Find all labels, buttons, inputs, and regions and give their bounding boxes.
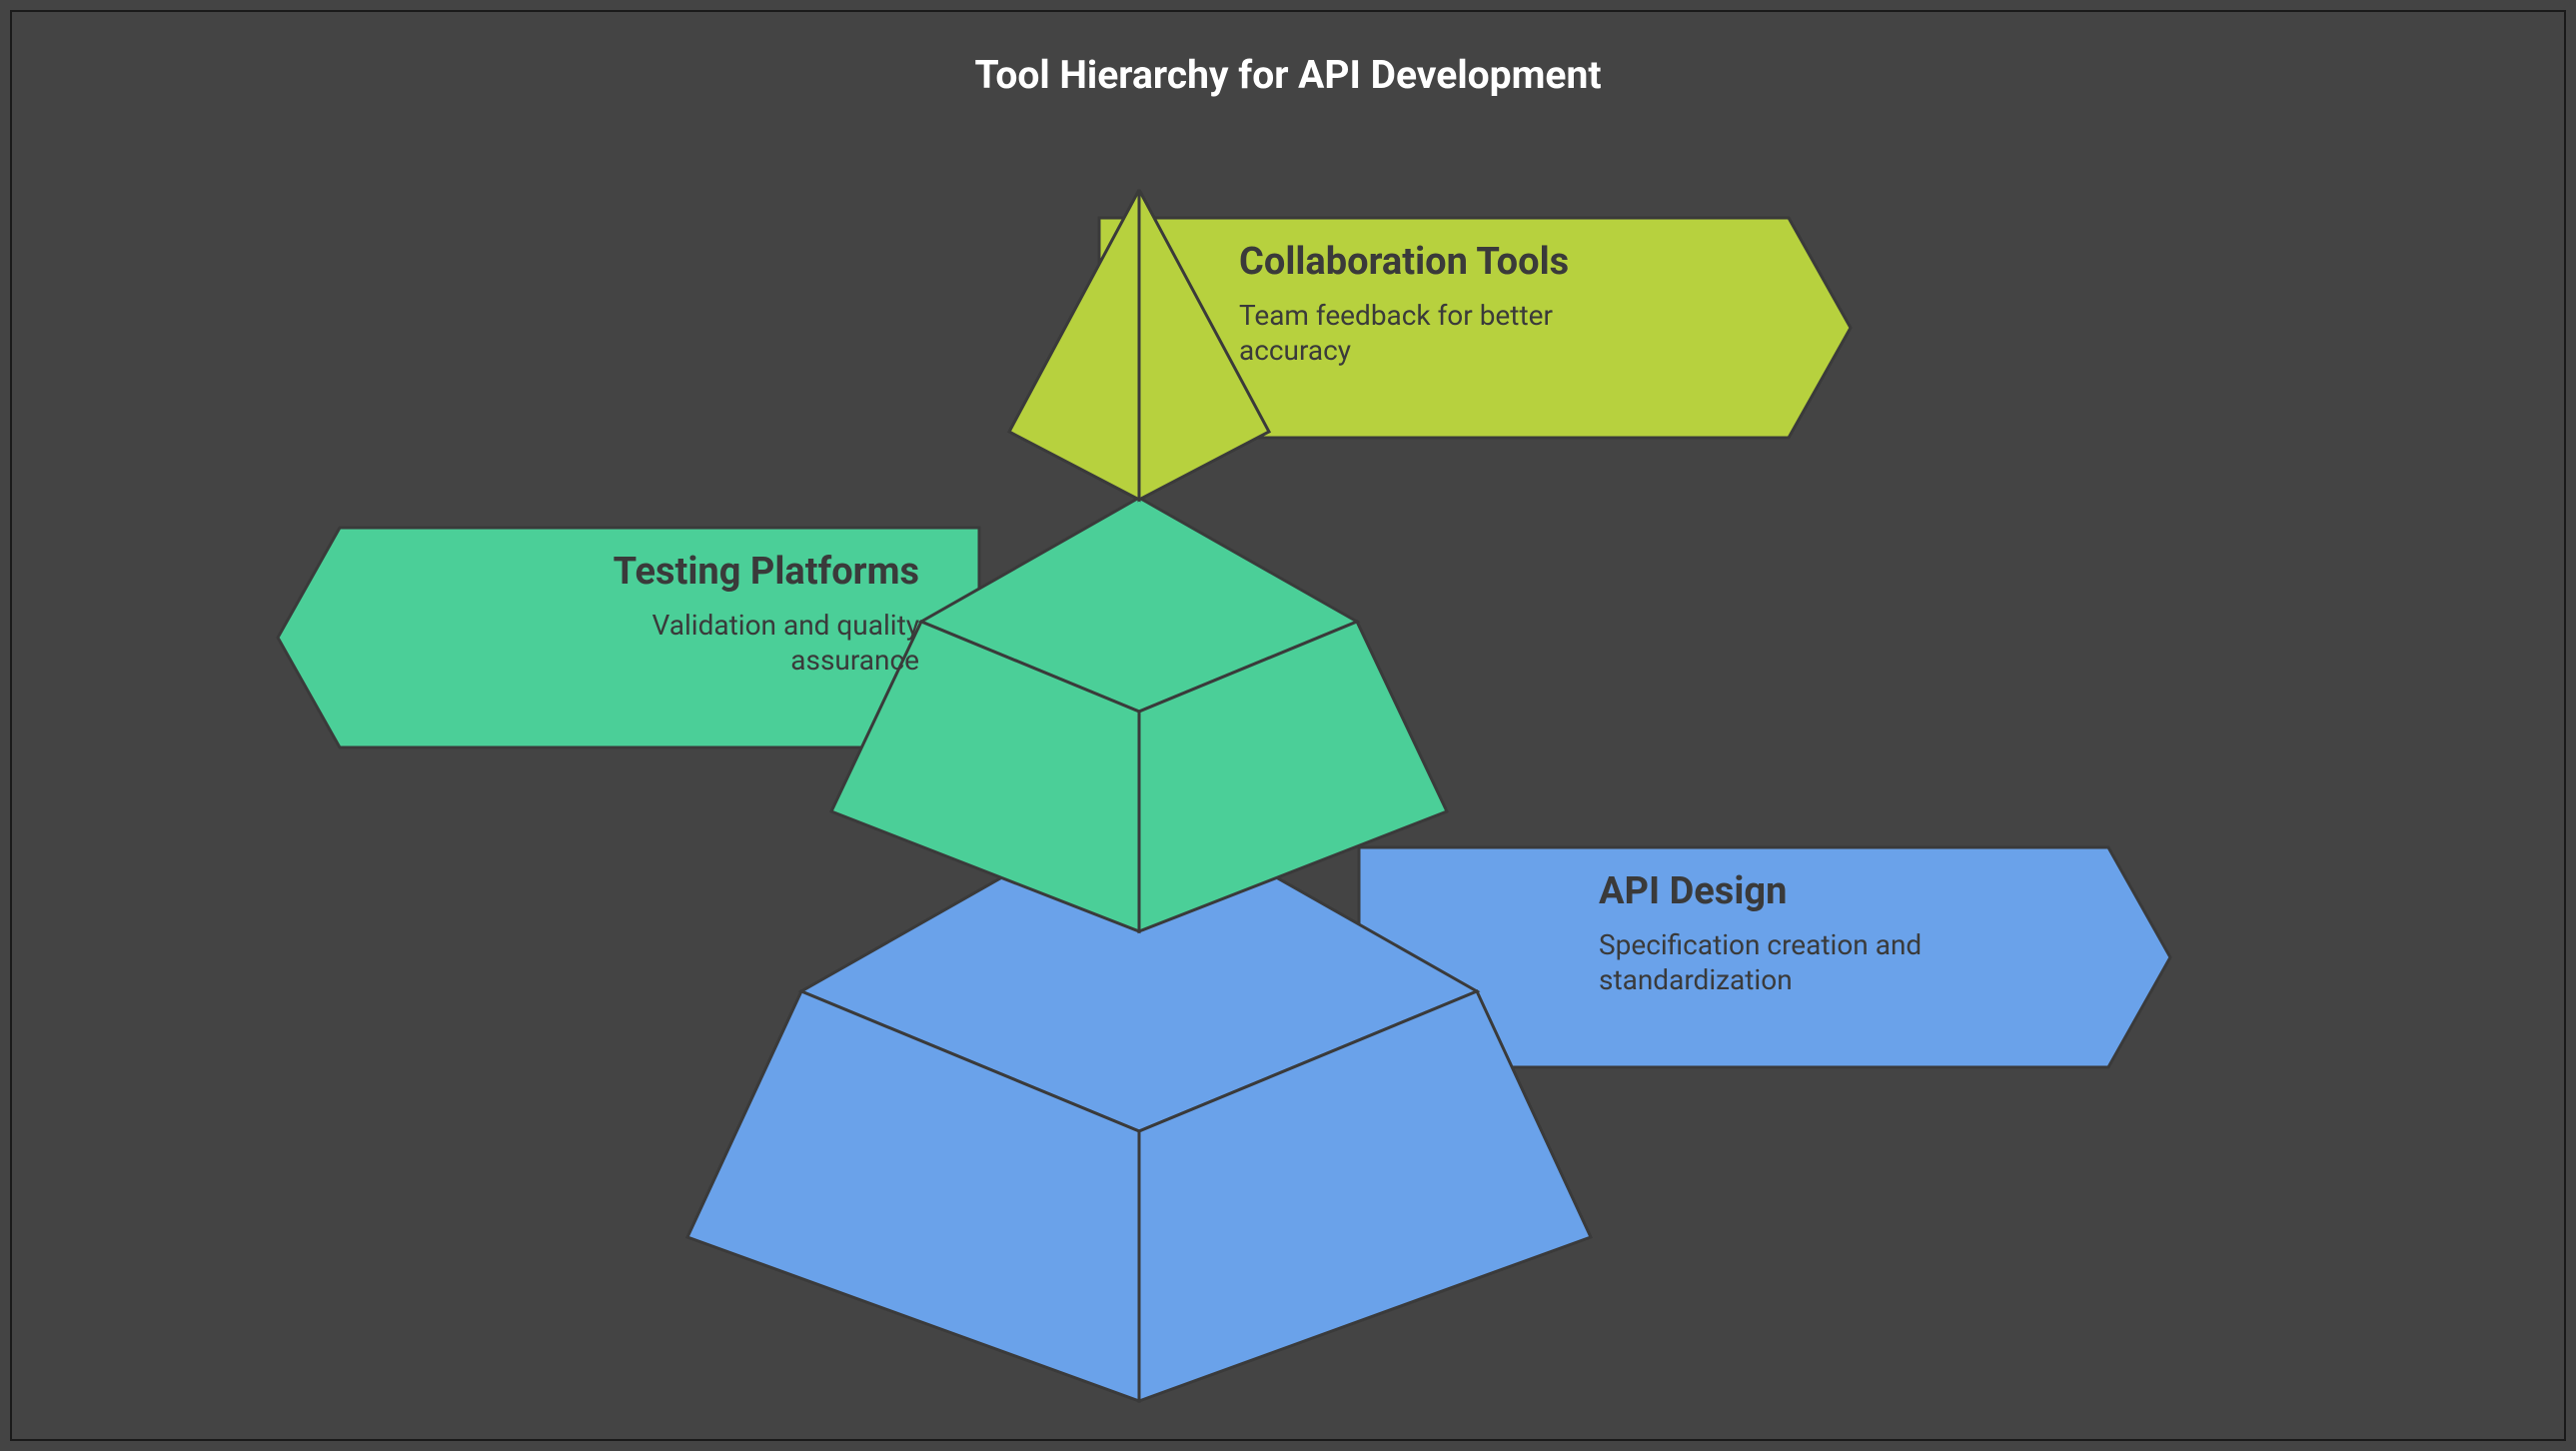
- diagram-title-top: Tool Hierarchy for API Development: [974, 52, 1601, 98]
- diagram-frame-top: [10, 10, 2566, 1441]
